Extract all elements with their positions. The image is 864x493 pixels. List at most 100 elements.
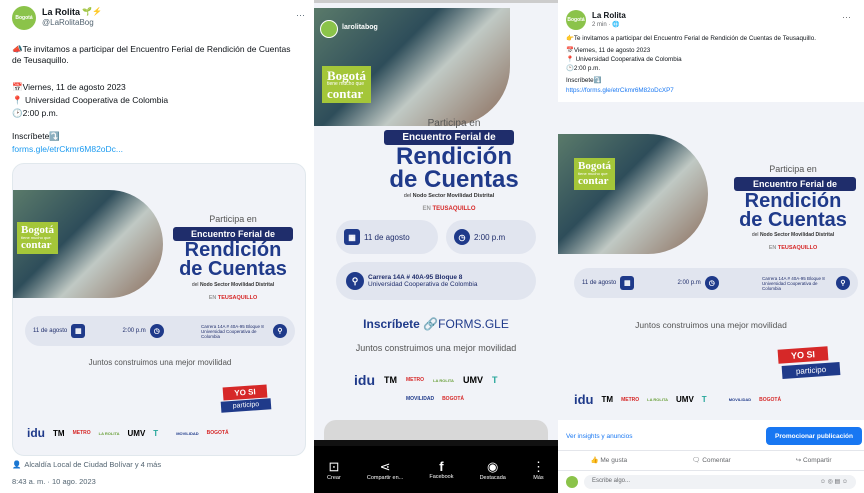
post-meta[interactable]: 2 min · 🌐 xyxy=(592,21,619,28)
form-link[interactable]: https://forms.gle/etrCkmr6M82oDcXP7 xyxy=(566,87,674,94)
action-crear[interactable]: ⊡ Crear xyxy=(327,459,341,481)
movilidad-logo: MOVILIDAD xyxy=(728,397,752,402)
bogota-badge: Bogotá tiene mucho que contar xyxy=(574,158,615,190)
event-time: 🕑2:00 p.m. xyxy=(566,65,601,72)
nodo-text: del Nodo Sector Movilidad Distrital xyxy=(191,282,275,288)
bogota-logo: BOGOTÁ xyxy=(442,396,465,402)
partner-logos: idu TM METRO LA ROLITA UMV T xyxy=(354,372,497,388)
event-poster-image[interactable]: Bogotá tiene mucho que contar Participa en… xyxy=(12,163,306,456)
time-pill: ◷ 2:00 p.m xyxy=(446,220,536,254)
teusaquillo-label: EN TEUSAQUILLO xyxy=(768,245,818,251)
rendicion-title: Rendición de Cuentas xyxy=(739,190,847,231)
account-handle[interactable]: @LaRolitaBog xyxy=(42,18,94,27)
share-icon: ↪ xyxy=(795,457,802,464)
date-pill: ▦ 11 de agosto xyxy=(336,220,438,254)
person-icon: 👤 xyxy=(12,460,22,469)
more-options-icon[interactable]: ··· xyxy=(842,12,851,22)
address-text: Carrera 14A # 40A-95 Bloque 8 xyxy=(368,274,463,281)
event-date: 📅Viernes, 11 de agosto 2023 xyxy=(12,82,126,92)
story-avatar[interactable] xyxy=(320,20,338,38)
university-text: Universidad Cooperativa de Colombia xyxy=(762,280,818,291)
calendar-icon: ▦ xyxy=(620,276,635,290)
post-text: 👉Te invitamos a participar del Encuentro… xyxy=(566,35,816,42)
post-text: 📣Te invitamos a participar del Encuentro… xyxy=(12,44,291,65)
share-button[interactable]: ↪ Compartir xyxy=(796,456,832,464)
university-text: Universidad Cooperativa de Colombia xyxy=(368,281,478,288)
metro-logo: METRO xyxy=(406,377,425,383)
clock-icon: ◷ xyxy=(454,229,470,245)
form-link[interactable]: forms.gle/etrCkmr6M82oDc... xyxy=(12,144,123,155)
comment-input[interactable]: Escribe algo... ☺ ◎ ▤ ☺ xyxy=(584,475,856,489)
inscribete-text: Inscríbete⤵️ xyxy=(12,131,60,141)
bogota-logo: BOGOTÁ xyxy=(759,396,782,403)
highlight-icon: ◉ xyxy=(487,458,499,474)
action-mas[interactable]: ⋮ Más xyxy=(532,459,545,481)
action-compartir[interactable]: ⋖ Compartir en... xyxy=(367,459,403,481)
juntos-slogan: Juntos construimos una mejor movilidad xyxy=(355,343,517,353)
promote-button[interactable]: Promocionar publicación xyxy=(766,427,862,445)
larolita-logo: LA ROLITA xyxy=(647,397,669,402)
idu-logo: idu xyxy=(27,426,45,440)
location-pin-icon: ⚲ xyxy=(346,272,364,290)
event-poster-image[interactable]: Bogotá tiene mucho que contar Participa en… xyxy=(558,102,864,420)
bogota-badge: Bogotá tiene mucho que contar xyxy=(17,222,58,254)
participa-text: Participa en xyxy=(769,164,817,174)
account-name[interactable]: La Rolita xyxy=(42,7,80,17)
movilidad-logo: MOVILIDAD xyxy=(406,396,435,402)
twitter-post-panel: Bogotá La Rolita 🌱⚡ @LaRolitaBog ··· 📣Te… xyxy=(0,0,314,493)
facebook-post-panel: Bogotá La Rolita 2 min · 🌐 ··· 👉Te invit… xyxy=(558,0,864,493)
insights-link[interactable]: Ver insights y anuncios xyxy=(566,433,632,440)
metro-logo: METRO xyxy=(621,396,640,403)
avatar[interactable]: Bogotá xyxy=(566,10,586,30)
teleferico-logo: T xyxy=(491,375,498,385)
action-destacada[interactable]: ◉ Destacada xyxy=(480,459,506,481)
story-account-name[interactable]: larolitabog xyxy=(342,24,378,31)
event-details-bar: 11 de agosto ▦ 2:00 p.m ◷ Carrera 14A # 40… xyxy=(25,316,295,346)
metro-logo: METRO xyxy=(72,430,91,436)
inscribete-text: Inscríbete⤵️ xyxy=(566,77,602,84)
link-icon: 🔗 xyxy=(423,317,439,331)
umv-logo: UMV xyxy=(127,428,146,438)
commenter-avatar xyxy=(566,476,578,488)
location-pin-icon: ⚲ xyxy=(273,324,287,338)
post-timestamp[interactable]: 8:43 a. m. · 10 ago. 2023 xyxy=(12,477,96,486)
event-details-bar: 11 de agosto ▦ 2:00 p.m ◷ Carrera 14A # 40… xyxy=(574,268,858,298)
time-text: 2:00 p.m xyxy=(474,232,506,242)
movilidad-logo: MOVILIDAD xyxy=(176,430,199,436)
encuentro-banner: Encuentro Ferial de xyxy=(734,177,856,191)
story-action-bar: ⊡ Crear ⋖ Compartir en... f Facebook ◉ Desta… xyxy=(314,446,558,493)
teusaquillo-label: EN TEUSAQUILLO xyxy=(422,206,476,212)
story-panel: larolitabog Bogotá tiene mucho que contar … xyxy=(314,0,558,493)
teleferico-logo: T xyxy=(701,395,707,404)
event-place: 📍 Universidad Cooperativa de Colombia xyxy=(12,95,169,105)
transmilenio-logo: TM xyxy=(53,428,65,438)
yosi-badge: YO SI xyxy=(777,346,829,364)
juntos-slogan: Juntos construimos una mejor movilidad xyxy=(88,358,232,367)
date-text: 11 de agosto xyxy=(364,232,410,242)
action-facebook[interactable]: f Facebook xyxy=(429,459,453,480)
rendicion-title: Rendición de Cuentas xyxy=(389,143,519,193)
university-text: Universidad Cooperativa de Colombia xyxy=(201,328,257,339)
event-date: 📅Viernes, 11 de agosto 2023 xyxy=(566,47,651,54)
comment-button[interactable]: 🗨 Comentar xyxy=(692,456,731,464)
more-options-icon[interactable]: ··· xyxy=(296,10,305,20)
time-text: 2:00 p.m xyxy=(677,280,701,286)
like-button[interactable]: 👍 Me gusta xyxy=(590,456,627,464)
date-text: 11 de agosto xyxy=(33,328,68,334)
umv-logo: UMV xyxy=(462,375,483,385)
tagged-accounts[interactable]: Alcaldía Local de Ciudad Bolívar y 4 más xyxy=(24,460,161,469)
larolita-logo: LA ROLITA xyxy=(98,430,120,436)
event-place: 📍 Universidad Cooperativa de Colombia xyxy=(566,56,682,63)
comment-icon: 🗨 xyxy=(692,457,701,464)
idu-logo: idu xyxy=(574,392,594,407)
participo-badge: participo xyxy=(220,398,272,413)
transmilenio-logo: TM xyxy=(601,395,614,404)
avatar[interactable]: Bogotá xyxy=(12,6,36,30)
thumbs-up-icon: 👍 xyxy=(590,457,599,464)
nodo-text: del Nodo Sector Movilidad Distrital xyxy=(403,193,495,199)
page-name[interactable]: La Rolita xyxy=(592,11,626,20)
event-time: 🕑2:00 p.m. xyxy=(12,108,59,118)
story-poster-image[interactable]: larolitabog Bogotá tiene mucho que contar … xyxy=(314,0,558,440)
inscribete-link[interactable]: Inscríbete 🔗FORMS.GLE xyxy=(314,317,558,331)
location-pill: ⚲ Carrera 14A # 40A-95 Bloque 8 Universida… xyxy=(336,262,536,300)
